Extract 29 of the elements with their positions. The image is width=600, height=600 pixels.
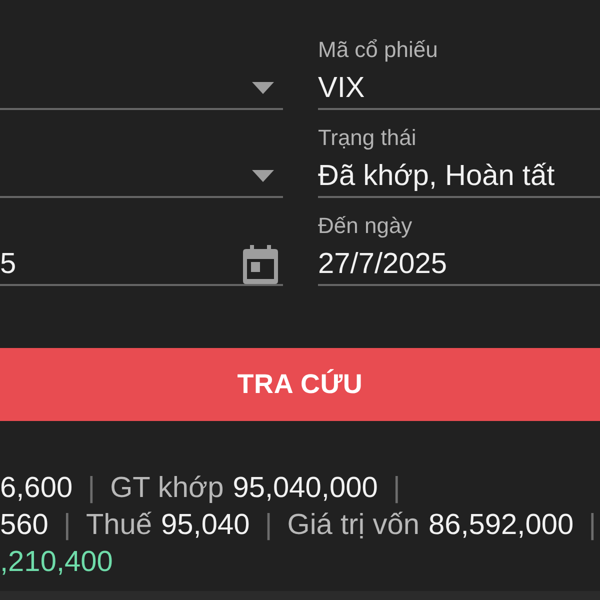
field-value: 27/7/2025 (318, 247, 448, 282)
date-field[interactable]: 5 (0, 214, 283, 286)
separator-text: | (588, 508, 596, 543)
calendar-icon (243, 244, 278, 284)
text-field[interactable]: Mã cổ phiếu VIX (318, 38, 600, 110)
text-field[interactable]: Trạng thái Đã khớp, Hoàn tất (318, 126, 600, 198)
summary-label: GT khớp (110, 471, 224, 506)
separator-text: | (264, 508, 272, 543)
summary-value: 95,040 (161, 508, 250, 543)
field-label: Đến ngày (318, 214, 412, 238)
summary-value: 560 (0, 508, 48, 543)
field-value: 5 (0, 247, 16, 282)
field-label: Mã cổ phiếu (318, 38, 438, 62)
field-value: VIX (318, 71, 365, 106)
separator-text: | (63, 508, 71, 543)
summary-value: 95,040,000 (232, 471, 378, 506)
summary-label: Giá trị vốn (287, 508, 420, 543)
field-value: Đã khớp, Hoàn tất (318, 159, 555, 194)
summary-value: 86,592,000 (428, 508, 574, 543)
positive-value: ,210,400 (0, 545, 113, 580)
text-field[interactable]: Đến ngày 27/7/2025 (318, 214, 600, 286)
separator-text: | (392, 471, 400, 506)
separator-text: | (88, 471, 96, 506)
caret-icon (252, 170, 274, 182)
caret-icon (252, 82, 274, 94)
field-label: Trạng thái (318, 126, 416, 150)
summary-value: 6,600 (0, 471, 73, 506)
summary-label: Thuế (86, 508, 152, 543)
search-button[interactable]: TRA CỨU (0, 348, 600, 421)
